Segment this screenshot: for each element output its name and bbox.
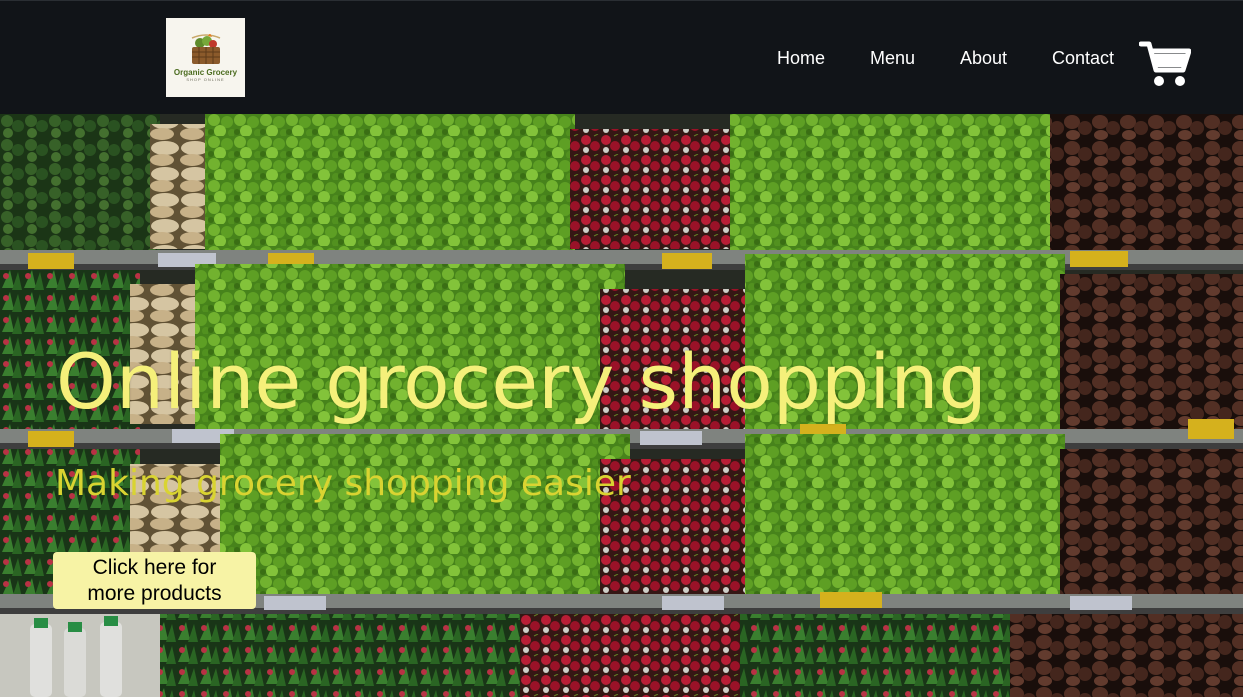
hero-banner: Online grocery shopping Making grocery s… [0,114,1243,697]
more-products-button[interactable]: Click here for more products [53,552,256,609]
logo-subtitle: SHOP ONLINE [186,76,225,82]
navbar: Organic Grocery SHOP ONLINE Home Menu Ab… [0,0,1243,114]
nav-link-about[interactable]: About [960,46,1007,70]
nav-menu: Home Menu About Contact [0,46,1243,70]
cta-label-line1: Click here for [92,555,217,579]
hero-title: Online grocery shopping [56,337,987,426]
nav-link-contact[interactable]: Contact [1052,46,1114,70]
hero-subtitle: Making grocery shopping easier [55,463,631,504]
nav-link-menu[interactable]: Menu [870,46,915,70]
nav-link-home[interactable]: Home [777,46,825,70]
shopping-cart-icon[interactable] [1138,40,1192,88]
cta-label-line2: more products [87,581,222,605]
